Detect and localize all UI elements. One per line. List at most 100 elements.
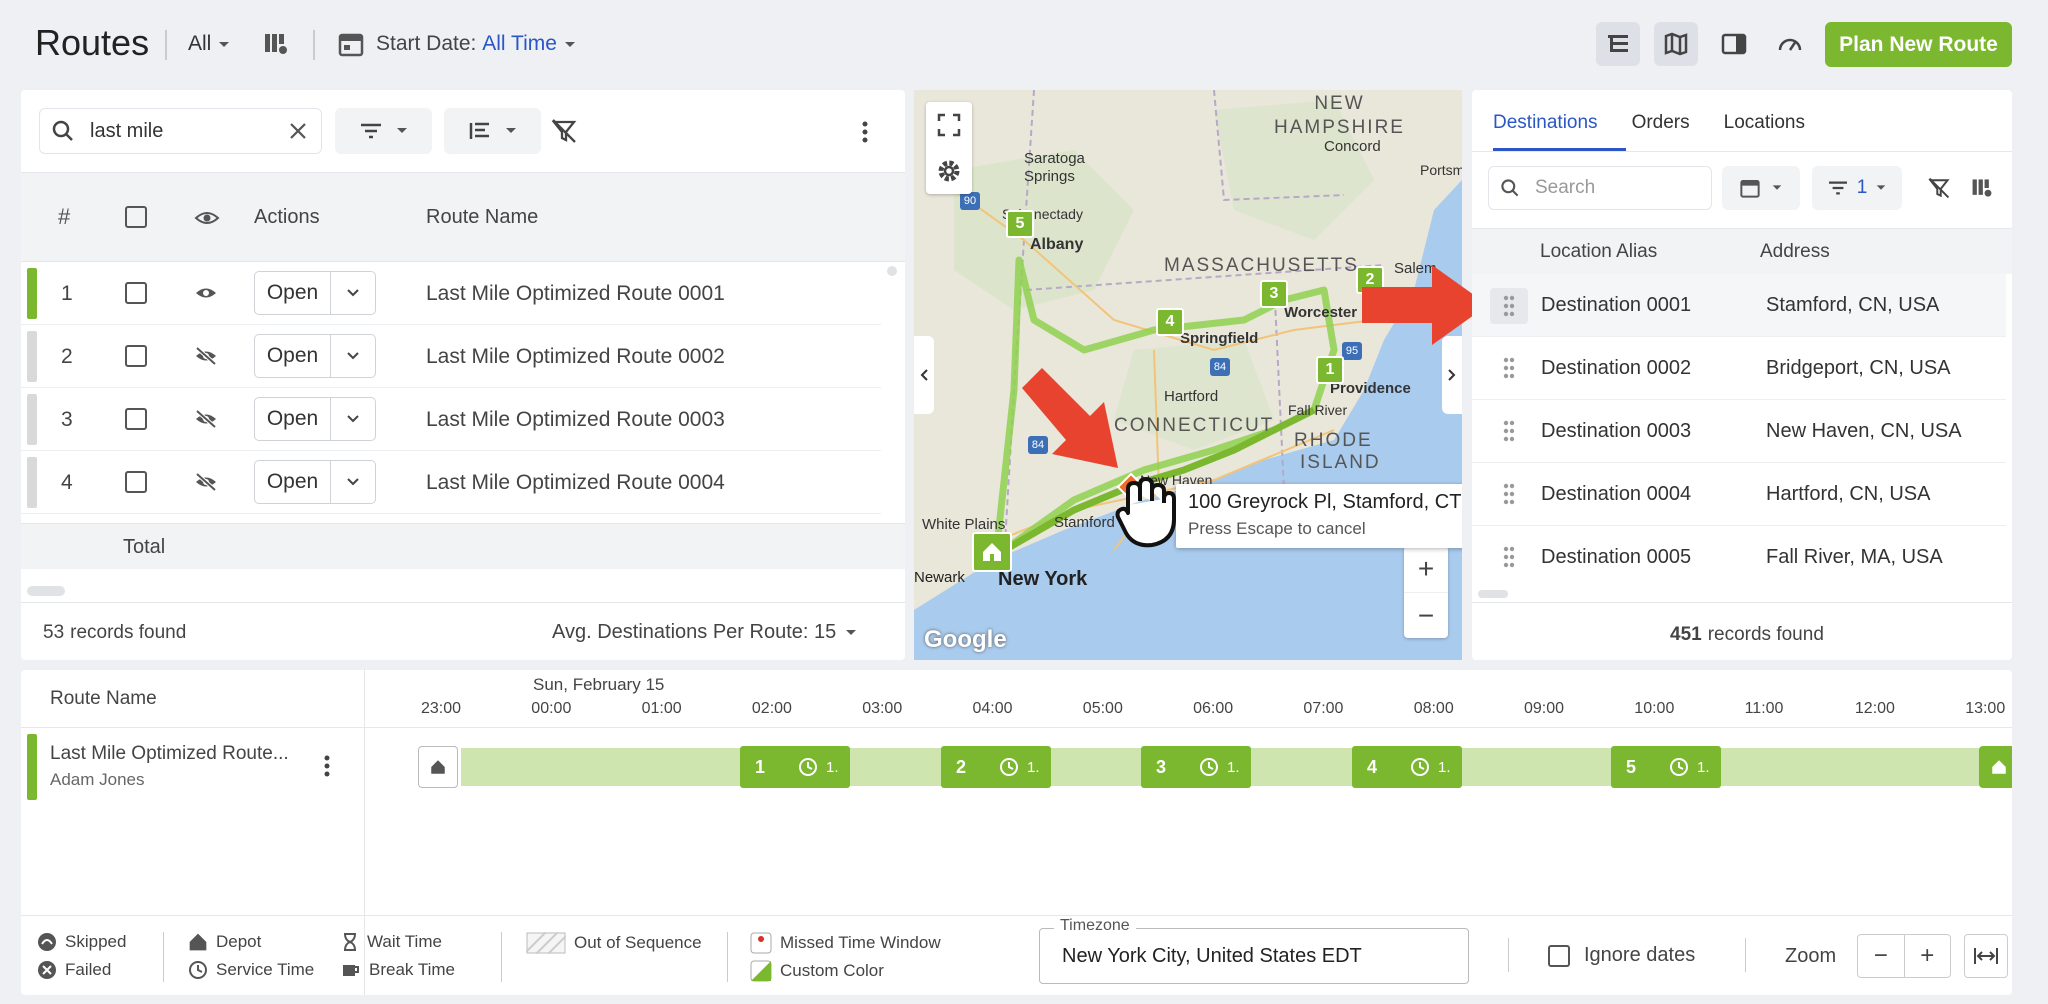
- table-row[interactable]: Destination 0005 Fall River, MA, USA: [1472, 526, 2006, 589]
- kebab-menu-icon[interactable]: [323, 754, 331, 778]
- grab-cursor-icon: [1115, 477, 1176, 548]
- fit-width-button[interactable]: [1964, 934, 2008, 978]
- stop-marker-5[interactable]: 5: [1006, 210, 1034, 238]
- map-controls: [926, 102, 972, 194]
- tab-locations[interactable]: Locations: [1724, 112, 1805, 134]
- depot-marker[interactable]: [972, 532, 1012, 572]
- split-view-button[interactable]: [1596, 22, 1640, 66]
- alias-column-header: Location Alias: [1540, 241, 1658, 262]
- columns-settings-icon: [265, 34, 287, 54]
- timeline-zoom-controls: − +: [1857, 934, 1951, 978]
- legend-label: Skipped: [65, 932, 127, 951]
- tab-orders[interactable]: Orders: [1632, 112, 1690, 134]
- map-zoom-out-button[interactable]: −: [1404, 592, 1448, 638]
- map-view-button[interactable]: [1654, 22, 1698, 66]
- legend-depot: Depot: [188, 932, 261, 952]
- records-count: 53: [43, 622, 65, 643]
- destination-filter-button[interactable]: 1: [1812, 166, 1902, 210]
- open-route-button[interactable]: Open: [254, 397, 376, 441]
- drag-handle-icon[interactable]: [1503, 357, 1515, 379]
- drag-handle-icon[interactable]: [1503, 420, 1515, 442]
- eye-off-icon[interactable]: [194, 472, 218, 492]
- row-checkbox[interactable]: [125, 408, 147, 430]
- table-row[interactable]: Destination 0004 Hartford, CN, USA: [1472, 463, 2006, 526]
- table-row[interactable]: Destination 0001 Stamford, CN, USA: [1472, 274, 2006, 337]
- tab-destinations[interactable]: Destinations: [1493, 112, 1598, 134]
- route-search-input[interactable]: last mile: [90, 120, 287, 143]
- eye-off-icon[interactable]: [194, 409, 218, 429]
- start-date-dropdown[interactable]: Start Date: All Time: [376, 32, 579, 56]
- table-row[interactable]: Destination 0003 New Haven, CN, USA: [1472, 400, 2006, 463]
- location-alias: Destination 0003: [1541, 420, 1692, 442]
- vertical-scrollbar[interactable]: [887, 266, 897, 276]
- fullscreen-icon[interactable]: [936, 112, 962, 138]
- avg-destinations-dropdown[interactable]: Avg. Destinations Per Route: 15: [552, 621, 858, 644]
- eye-off-icon[interactable]: [194, 346, 218, 366]
- open-route-button[interactable]: Open: [254, 460, 376, 504]
- table-row[interactable]: 3 Open Last Mile Optimized Route 0003: [21, 388, 881, 451]
- map-zoom-in-button[interactable]: +: [1404, 546, 1448, 592]
- route-filter-dropdown[interactable]: All: [188, 32, 233, 56]
- timezone-select[interactable]: Timezone New York City, United States ED…: [1039, 917, 1469, 984]
- more-options-button[interactable]: [861, 120, 869, 144]
- ignore-dates-checkbox[interactable]: [1548, 944, 1570, 967]
- hour-tick-label: 01:00: [641, 700, 682, 717]
- group-dropdown-button[interactable]: [444, 108, 541, 154]
- table-row[interactable]: 4 Open Last Mile Optimized Route 0004: [21, 451, 881, 514]
- collapse-left-button[interactable]: [914, 336, 934, 414]
- destination-search-box[interactable]: Search: [1488, 166, 1712, 210]
- chevron-down-icon: [1876, 185, 1886, 190]
- timeline-stop-4[interactable]: 4 1.: [1352, 746, 1462, 788]
- destination-search-input[interactable]: Search: [1535, 177, 1595, 199]
- open-route-button[interactable]: Open: [254, 334, 376, 378]
- open-route-button[interactable]: Open: [254, 271, 376, 315]
- drag-handle-icon[interactable]: [1503, 546, 1515, 568]
- timeline-stop-2[interactable]: 2 1.: [941, 746, 1051, 788]
- row-checkbox[interactable]: [125, 345, 147, 367]
- collapse-right-button[interactable]: [1442, 336, 1462, 414]
- horizontal-scrollbar[interactable]: [1478, 590, 1508, 598]
- eye-icon[interactable]: [194, 283, 218, 303]
- map-canvas[interactable]: [914, 90, 1462, 660]
- timeline-stop-5[interactable]: 5 1.: [1611, 746, 1721, 788]
- table-row[interactable]: Destination 0002 Bridgeport, CN, USA: [1472, 337, 2006, 400]
- clear-icon[interactable]: [287, 120, 309, 142]
- row-index: 1: [61, 282, 73, 305]
- timeline-depot-start[interactable]: [418, 746, 458, 788]
- timeline-zoom-out-button[interactable]: −: [1858, 935, 1905, 977]
- drag-handle[interactable]: [1490, 288, 1528, 324]
- drag-handle-icon[interactable]: [1503, 483, 1515, 505]
- clock-icon: [1411, 758, 1429, 776]
- select-all-checkbox[interactable]: [125, 206, 147, 228]
- timeline-zoom-in-button[interactable]: +: [1905, 935, 1951, 977]
- speed-button[interactable]: [1768, 22, 1812, 66]
- stop-marker-3[interactable]: 3: [1260, 280, 1288, 308]
- driver-name: Adam Jones: [50, 770, 145, 789]
- table-row[interactable]: 1 Open Last Mile Optimized Route 0001: [21, 262, 881, 325]
- timeline-stop-3[interactable]: 3 1.: [1141, 746, 1251, 788]
- side-panel-button[interactable]: [1712, 22, 1756, 66]
- ignore-dates-toggle[interactable]: Ignore dates: [1548, 944, 1695, 967]
- stop-marker-1[interactable]: 1: [1316, 356, 1344, 384]
- row-checkbox[interactable]: [125, 471, 147, 493]
- columns-settings-icon[interactable]: [1970, 176, 1994, 200]
- table-row[interactable]: 2 Open Last Mile Optimized Route 0002: [21, 325, 881, 388]
- stop-number: 1: [754, 756, 765, 777]
- row-checkbox[interactable]: [125, 282, 147, 304]
- date-filter-button[interactable]: [1722, 166, 1800, 210]
- column-settings-button[interactable]: [254, 22, 298, 66]
- clear-filters-button[interactable]: [550, 117, 578, 145]
- plan-new-route-button[interactable]: Plan New Route: [1825, 22, 2012, 67]
- filter-dropdown-button[interactable]: [335, 108, 432, 154]
- actions-column-header: Actions: [254, 206, 320, 228]
- route-search-box[interactable]: last mile: [39, 108, 322, 154]
- gear-icon[interactable]: [936, 158, 962, 184]
- horizontal-scrollbar[interactable]: [27, 586, 65, 596]
- timeline-depot-end[interactable]: [1979, 746, 2012, 788]
- filter-off-icon[interactable]: [1927, 176, 1951, 200]
- timeline-stop-1[interactable]: 1 1.: [740, 746, 850, 788]
- list-group-icon: [469, 122, 489, 139]
- visibility-settings-icon[interactable]: [194, 207, 220, 229]
- stop-marker-4[interactable]: 4: [1156, 308, 1184, 336]
- map-panel[interactable]: NEW HAMPSHIRE MASSACHUSETTS CONNECTICUT …: [914, 90, 1462, 660]
